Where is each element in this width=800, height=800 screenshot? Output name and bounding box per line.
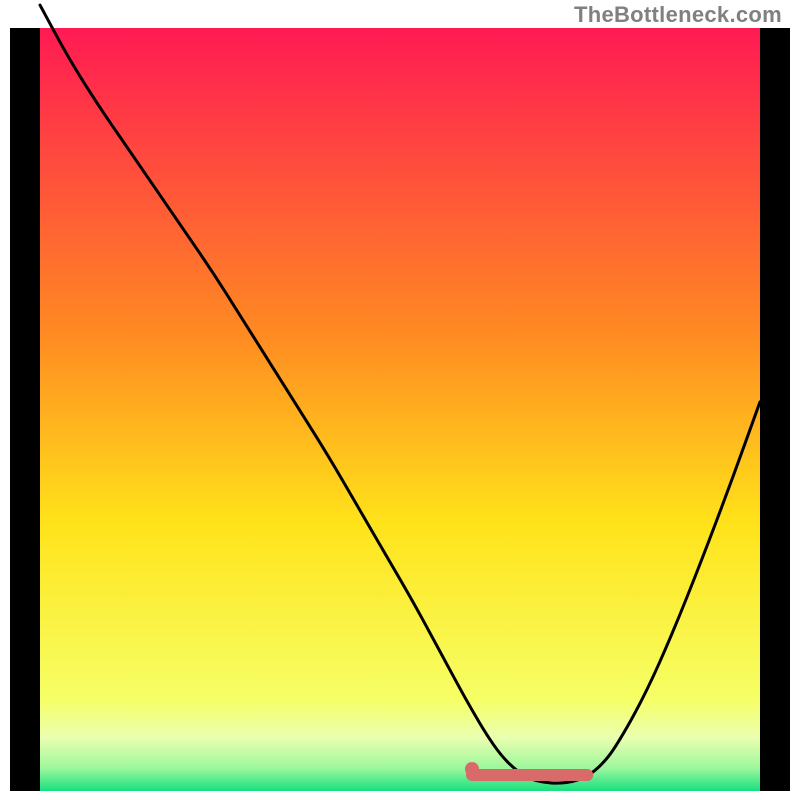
optimal-start-dot: [465, 762, 479, 776]
curve-svg: [40, 28, 760, 791]
watermark-text: TheBottleneck.com: [574, 2, 782, 28]
bottleneck-curve: [40, 5, 760, 783]
plot-area: [10, 28, 790, 791]
chart-container: TheBottleneck.com: [0, 0, 800, 800]
